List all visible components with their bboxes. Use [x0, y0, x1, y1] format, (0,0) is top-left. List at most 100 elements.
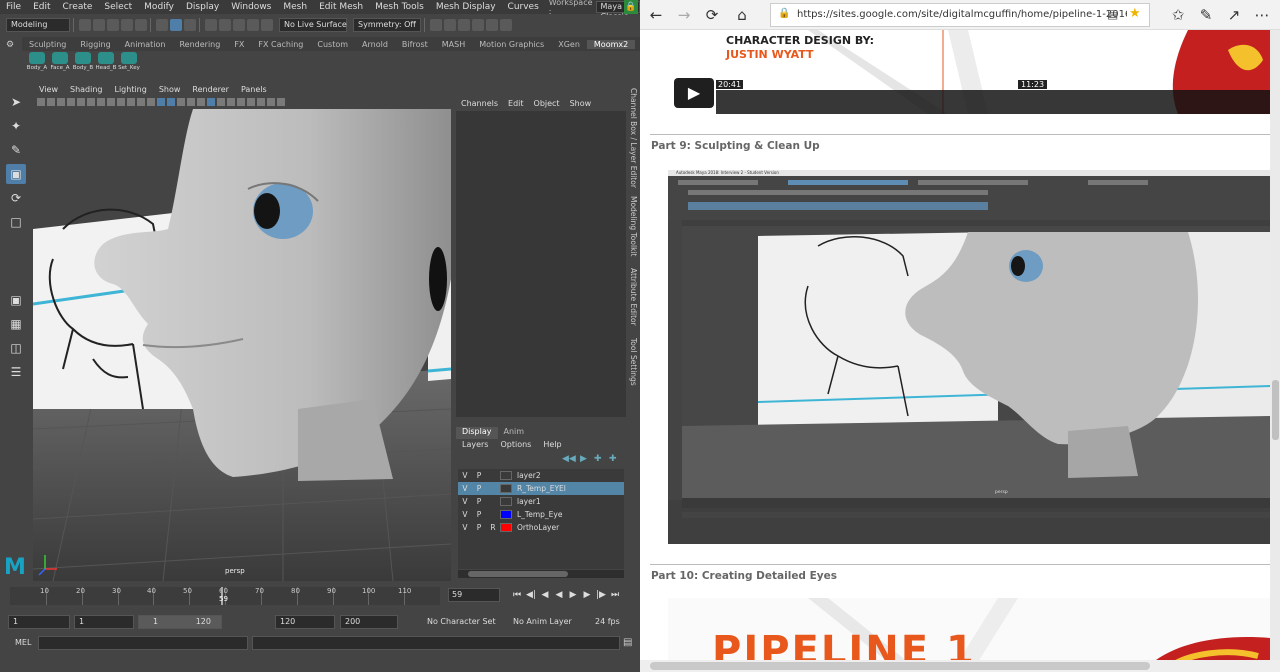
layer-playback-toggle[interactable]: P — [472, 484, 486, 493]
menu-edit-mesh[interactable]: Edit Mesh — [313, 2, 369, 12]
tutorial-screenshot[interactable]: Autodesk Maya 2018: Interview 2 - Studen… — [668, 170, 1270, 544]
time-ruler[interactable]: 10 20 30 40 50 60 70 80 90 100 110 59 — [10, 587, 440, 605]
viewport-menu-lighting[interactable]: Lighting — [108, 85, 152, 94]
wireframe-icon[interactable] — [147, 98, 155, 106]
snap-curve-icon[interactable] — [219, 19, 231, 31]
outliner-layout-icon[interactable]: ☰ — [6, 362, 26, 382]
paint-select-icon[interactable]: ✎ — [6, 140, 26, 160]
layer-visibility-toggle[interactable]: V — [458, 471, 472, 480]
isolate-select-icon[interactable] — [207, 98, 215, 106]
ipr-render-icon[interactable] — [444, 19, 456, 31]
start-time-field[interactable]: 1 — [8, 615, 70, 629]
video-embed[interactable]: CHARACTER DESIGN BY: JUSTIN WYATT ▶ 20:4… — [668, 30, 1270, 114]
shelf-tab-rigging[interactable]: Rigging — [73, 40, 117, 49]
tab-display[interactable]: Display — [456, 427, 498, 439]
shelf-tab-xgen[interactable]: XGen — [551, 40, 587, 49]
viewport-menu-shading[interactable]: Shading — [64, 85, 109, 94]
render-icon[interactable] — [430, 19, 442, 31]
shelf-tab-motion-graphics[interactable]: Motion Graphics — [472, 40, 551, 49]
resolution-gate-icon[interactable] — [97, 98, 105, 106]
camera-attributes-icon[interactable] — [47, 98, 55, 106]
viewport-menu-renderer[interactable]: Renderer — [186, 85, 235, 94]
layer-row[interactable]: V P R OrthoLayer — [458, 521, 624, 534]
render-view-icon[interactable] — [486, 19, 498, 31]
menu-mesh-tools[interactable]: Mesh Tools — [369, 2, 430, 12]
field-chart-icon[interactable] — [117, 98, 125, 106]
layer-row[interactable]: V P R_Temp_EYEl — [458, 482, 624, 495]
gate-mask-icon[interactable] — [107, 98, 115, 106]
step-forward-key-icon[interactable]: |▶ — [594, 590, 608, 600]
four-view-layout-icon[interactable]: ▦ — [6, 314, 26, 334]
mel-label[interactable]: MEL — [15, 638, 31, 647]
shelf-tab-sculpting[interactable]: Sculpting — [22, 40, 73, 49]
video-controls-bar[interactable] — [716, 90, 1270, 114]
layer-color-swatch[interactable] — [500, 523, 512, 532]
script-editor-icon[interactable]: ▤ — [623, 637, 632, 648]
shelf-tab-rendering[interactable]: Rendering — [172, 40, 227, 49]
layer-playback-toggle[interactable]: P — [472, 497, 486, 506]
open-scene-icon[interactable] — [93, 19, 105, 31]
channel-show-menu[interactable]: Show — [565, 99, 597, 108]
new-scene-icon[interactable] — [79, 19, 91, 31]
layer-visibility-toggle[interactable]: V — [458, 510, 472, 519]
annotate-icon[interactable]: ✎ — [1196, 5, 1216, 25]
menu-set-dropdown[interactable]: Modeling — [6, 18, 70, 32]
xray-joints-icon[interactable] — [227, 98, 235, 106]
channel-box-body[interactable] — [456, 111, 626, 417]
snap-point-icon[interactable] — [233, 19, 245, 31]
side-tab-modeling-toolkit[interactable]: Modeling Toolkit — [629, 196, 638, 256]
refresh-icon[interactable]: ⟳ — [702, 5, 722, 25]
shelf-tab-arnold[interactable]: Arnold — [355, 40, 395, 49]
menu-modify[interactable]: Modify — [138, 2, 180, 12]
layer-playback-toggle[interactable]: P — [472, 510, 486, 519]
fps-dropdown[interactable]: 24 fps — [595, 617, 620, 626]
shelf-button-head-b[interactable]: Head_B — [95, 51, 117, 71]
safe-title-icon[interactable] — [137, 98, 145, 106]
layer-display-type-toggle[interactable]: R — [486, 523, 500, 532]
character-set-dropdown[interactable]: No Character Set — [427, 617, 496, 626]
layer-row[interactable]: V Player2 — [458, 469, 624, 482]
exposure-icon[interactable] — [277, 98, 285, 106]
layer-scrollbar[interactable] — [458, 570, 624, 578]
camera-select-icon[interactable] — [37, 98, 45, 106]
safe-action-icon[interactable] — [127, 98, 135, 106]
snap-grid-icon[interactable] — [205, 19, 217, 31]
layer-row[interactable]: V P L_Temp_Eye — [458, 508, 624, 521]
layers-menu-options[interactable]: Options — [494, 440, 537, 452]
menu-curves[interactable]: Curves — [502, 2, 545, 12]
address-bar[interactable]: 🔒 https://sites.google.com/site/digitalm… — [770, 3, 1150, 27]
menu-display[interactable]: Display — [180, 2, 225, 12]
layer-row[interactable]: V Player1 — [458, 495, 624, 508]
depth-of-field-icon[interactable] — [267, 98, 275, 106]
menu-create[interactable]: Create — [57, 2, 99, 12]
wireframe-on-shaded-icon[interactable] — [167, 98, 175, 106]
shelf-button-body-b[interactable]: Body_B — [72, 51, 94, 71]
snap-surface-icon[interactable] — [247, 19, 259, 31]
film-gate-icon[interactable] — [87, 98, 95, 106]
play-icon[interactable]: ▶ — [674, 78, 714, 108]
range-bar[interactable]: 1 120 — [138, 615, 222, 629]
anim-layer-dropdown[interactable]: No Anim Layer — [513, 617, 572, 626]
url-text[interactable]: https://sites.google.com/site/digitalmcg… — [797, 9, 1127, 20]
layers-menu-layers[interactable]: Layers — [456, 440, 494, 452]
home-icon[interactable]: ⌂ — [732, 5, 752, 25]
viewport-menu-show[interactable]: Show — [153, 85, 187, 94]
play-backwards-icon[interactable]: ◀ — [552, 590, 566, 600]
page-scrollbar[interactable] — [1270, 30, 1280, 660]
side-tab-channel-box[interactable]: Channel Box / Layer Editor — [629, 88, 638, 188]
lasso-tool-icon[interactable]: ✦ — [6, 116, 26, 136]
playback-start-field[interactable]: 1 — [74, 615, 134, 629]
side-tab-tool-settings[interactable]: Tool Settings — [629, 338, 638, 386]
live-surface-icon[interactable] — [261, 19, 273, 31]
new-layer-icon[interactable]: ✚ — [594, 454, 602, 464]
shelf-tab-custom[interactable]: Custom — [310, 40, 355, 49]
channel-object-menu[interactable]: Object — [529, 99, 565, 108]
viewport-menu-panels[interactable]: Panels — [235, 85, 273, 94]
ear-model[interactable] — [429, 247, 447, 311]
scale-tool-icon[interactable]: □ — [6, 212, 26, 232]
viewport-menu-view[interactable]: View — [33, 85, 64, 94]
save-scene-icon[interactable] — [107, 19, 119, 31]
layer-playback-toggle[interactable]: P — [472, 523, 486, 532]
image-plane-icon[interactable] — [67, 98, 75, 106]
move-layer-up-icon[interactable]: ◀◀ — [562, 454, 576, 464]
